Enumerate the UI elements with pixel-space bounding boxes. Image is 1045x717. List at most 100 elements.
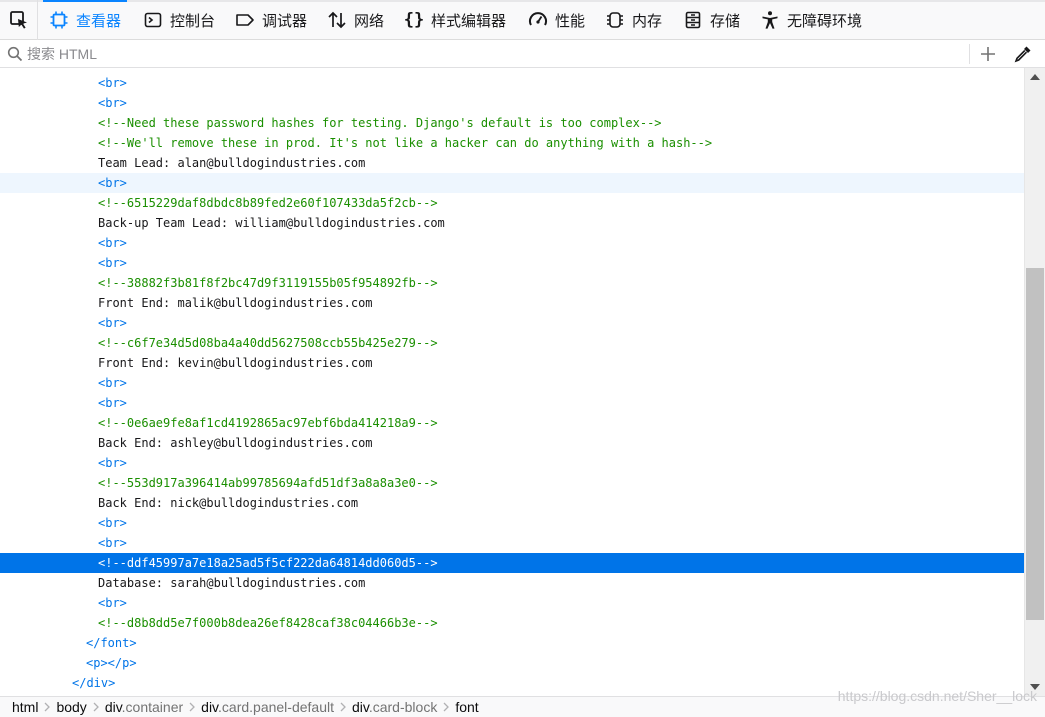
storage-icon: [683, 10, 703, 30]
markup-line[interactable]: <!--d8b8dd5e7f000b8dea26ef8428caf38c0446…: [0, 613, 1024, 633]
tab-accessibility[interactable]: 无障碍环境: [760, 0, 862, 40]
markup-line[interactable]: <br>: [0, 533, 1024, 553]
markup-line[interactable]: <!--38882f3b81f8f2bc47d9f3119155b05f9548…: [0, 273, 1024, 293]
markup-line[interactable]: <br>: [0, 253, 1024, 273]
markup-tag: <br>: [98, 176, 127, 190]
markup-text-node: Front End: kevin@bulldogindustries.com: [98, 356, 373, 370]
breadcrumb-tag: html: [12, 699, 39, 715]
breadcrumb-tag: font: [455, 699, 479, 715]
element-picker-button[interactable]: [0, 0, 38, 40]
markup-line[interactable]: <!--553d917a396414ab99785694afd51df3a8a8…: [0, 473, 1024, 493]
breadcrumb-tag: body: [56, 699, 87, 715]
markup-line[interactable]: <br>: [0, 173, 1024, 193]
breadcrumb-tag: div: [351, 699, 369, 715]
chevron-right-icon: [38, 702, 56, 712]
eyedropper-button[interactable]: [1012, 43, 1034, 65]
inspector-icon: [49, 10, 69, 30]
accessibility-icon: [760, 10, 780, 30]
breadcrumb-tag: div: [104, 699, 122, 715]
markup-line[interactable]: <br>: [0, 313, 1024, 333]
tab-debugger[interactable]: 调试器: [235, 0, 307, 40]
debugger-icon: [235, 10, 255, 30]
tab-label: 查看器: [76, 12, 122, 30]
arrow-up-icon: [1030, 74, 1040, 80]
breadcrumb-item[interactable]: div.card.panel-default: [201, 699, 334, 715]
markup-line[interactable]: <!--0e6ae9fe8af1cd4192865ac97ebf6bda4142…: [0, 413, 1024, 433]
tab-label: 样式编辑器: [431, 12, 507, 30]
tab-memory[interactable]: 内存: [605, 0, 662, 40]
markup-text-node: Team Lead: alan@bulldogindustries.com: [98, 156, 366, 170]
tab-performance[interactable]: 性能: [528, 0, 585, 40]
breadcrumb-item[interactable]: div.card-block: [352, 699, 437, 715]
scrollbar-thumb[interactable]: [1026, 268, 1044, 620]
markup-comment: <!--38882f3b81f8f2bc47d9f3119155b05f9548…: [98, 276, 438, 290]
markup-scrollbar[interactable]: [1024, 68, 1045, 696]
markup-tag: <br>: [98, 536, 127, 550]
tab-console[interactable]: 控制台: [143, 0, 215, 40]
markup-line[interactable]: <p></p>: [0, 653, 1024, 673]
markup-line[interactable]: <!--c6f7e34d5d08ba4a40dd5627508ccb55b425…: [0, 333, 1024, 353]
tab-network[interactable]: 网络: [327, 0, 384, 40]
markup-line[interactable]: <!--6515229daf8dbdc8b89fed2e60f107433da5…: [0, 193, 1024, 213]
markup-tag: <br>: [98, 96, 127, 110]
markup-line[interactable]: Back-up Team Lead: william@bulldogindust…: [0, 213, 1024, 233]
markup-line[interactable]: <br>: [0, 93, 1024, 113]
breadcrumb-item[interactable]: body: [56, 699, 86, 715]
scroll-up-button[interactable]: [1025, 68, 1045, 86]
tab-inspector[interactable]: 查看器: [42, 0, 128, 40]
markup-line[interactable]: Back End: ashley@bulldogindustries.com: [0, 433, 1024, 453]
markup-tag: <br>: [98, 256, 127, 270]
markup-comment: <!--Need these password hashes for testi…: [98, 116, 662, 130]
markup-comment: <!--ddf45997a7e18a25ad5f5cf222da64814dd0…: [98, 556, 438, 570]
breadcrumb-class: .container: [121, 699, 184, 715]
chevron-right-icon: [334, 702, 352, 712]
markup-tag: </div>: [72, 676, 116, 690]
markup-line[interactable]: <!--Need these password hashes for testi…: [0, 113, 1024, 133]
markup-line[interactable]: Front End: kevin@bulldogindustries.com: [0, 353, 1024, 373]
markup-line[interactable]: <br>: [0, 73, 1024, 93]
breadcrumb-tag: div: [201, 699, 219, 715]
markup-text-node: Back End: ashley@bulldogindustries.com: [98, 436, 373, 450]
markup-text-node: Back End: nick@bulldogindustries.com: [98, 496, 359, 510]
chevron-right-icon: [183, 702, 201, 712]
markup-line[interactable]: <br>: [0, 593, 1024, 613]
markup-tag: <br>: [98, 456, 127, 470]
add-node-button[interactable]: [977, 43, 999, 65]
markup-line[interactable]: <br>: [0, 373, 1024, 393]
markup-view[interactable]: <br> <br> <!--Need these password hashes f…: [0, 68, 1045, 696]
markup-line[interactable]: <!--ddf45997a7e18a25ad5f5cf222da64814dd0…: [0, 553, 1024, 573]
performance-icon: [528, 10, 548, 30]
markup-line[interactable]: <br>: [0, 513, 1024, 533]
markup-line[interactable]: Back End: nick@bulldogindustries.com: [0, 493, 1024, 513]
markup-line[interactable]: Database: sarah@bulldogindustries.com: [0, 573, 1024, 593]
markup-text-node: Back-up Team Lead: william@bulldogindust…: [98, 216, 445, 230]
tab-label: 网络: [354, 12, 385, 30]
markup-line[interactable]: Team Lead: alan@bulldogindustries.com: [0, 153, 1024, 173]
breadcrumb-class: .card-block: [368, 699, 438, 715]
markup-comment: <!--553d917a396414ab99785694afd51df3a8a8…: [98, 476, 438, 490]
markup-tag: <p></p>: [86, 656, 137, 670]
console-icon: [143, 10, 163, 30]
tab-label: 控制台: [170, 12, 216, 30]
markup-line[interactable]: <br>: [0, 233, 1024, 253]
markup-tag: <br>: [98, 396, 127, 410]
markup-line[interactable]: <br>: [0, 393, 1024, 413]
markup-line[interactable]: <br>: [0, 453, 1024, 473]
tab-storage[interactable]: 存储: [683, 0, 740, 40]
markup-line[interactable]: </font>: [0, 633, 1024, 653]
markup-line[interactable]: <!--We'll remove these in prod. It's not…: [0, 133, 1024, 153]
tab-style-editor[interactable]: {} 样式编辑器: [404, 0, 506, 40]
network-icon: [327, 10, 347, 30]
breadcrumb-item[interactable]: font: [455, 699, 478, 715]
search-html-input[interactable]: [27, 43, 927, 65]
markup-tag: </font>: [86, 636, 137, 650]
markup-comment: <!--We'll remove these in prod. It's not…: [98, 136, 713, 150]
style-editor-icon: {}: [403, 10, 425, 30]
plus-icon: [981, 47, 995, 61]
tab-label: 调试器: [262, 12, 308, 30]
eyedropper-icon: [1014, 46, 1031, 63]
markup-tag: <br>: [98, 376, 127, 390]
breadcrumb-item[interactable]: html: [12, 699, 38, 715]
breadcrumb-item[interactable]: div.container: [105, 699, 183, 715]
markup-line[interactable]: Front End: malik@bulldogindustries.com: [0, 293, 1024, 313]
